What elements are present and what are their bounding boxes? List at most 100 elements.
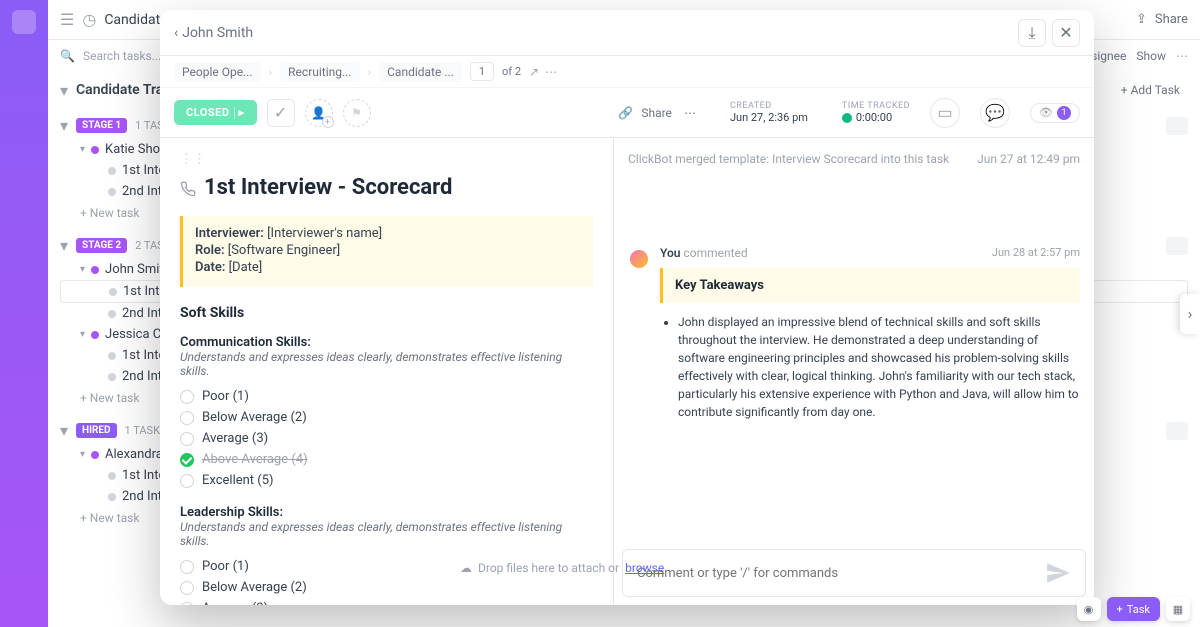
rating-label: Poor (1) xyxy=(202,559,249,574)
watchers[interactable]: 👁1 xyxy=(1030,103,1080,123)
subtask-dot-icon xyxy=(109,288,117,296)
minimize-button[interactable]: ⤓ xyxy=(1018,19,1046,47)
rating-item[interactable]: Excellent (5) xyxy=(180,470,593,491)
comment-ts: Jun 28 at 2:57 pm xyxy=(992,246,1080,260)
send-icon[interactable] xyxy=(1045,560,1071,586)
document-pane: ⋮⋮ 1st Interview - Scorecard Interviewer… xyxy=(160,138,614,605)
more-icon[interactable]: ⋯ xyxy=(1176,49,1188,63)
group-caret-icon[interactable]: ▾ xyxy=(60,421,68,440)
assignee-button[interactable]: 👤 + xyxy=(305,99,333,127)
time-value[interactable]: 0:00:00 xyxy=(842,111,910,124)
browse-link[interactable]: browse xyxy=(625,561,664,575)
chevron-right-icon: › xyxy=(368,65,372,79)
crumb-index: 1 xyxy=(470,62,494,81)
share-mid-label[interactable]: Share xyxy=(641,106,672,120)
system-message: ClickBot merged template: Interview Scor… xyxy=(628,152,1080,166)
watch-count: 1 xyxy=(1057,106,1071,120)
status-button[interactable]: CLOSED ▸ xyxy=(174,100,257,125)
phone-icon xyxy=(180,181,196,197)
clock-icon[interactable]: ◷ xyxy=(82,10,96,29)
skill-desc: Understands and expresses ideas clearly,… xyxy=(180,520,593,548)
key-title: Key Takeaways xyxy=(675,278,1068,293)
share-link-icon[interactable]: 🔗 xyxy=(618,106,633,120)
section-soft-skills: Soft Skills xyxy=(180,305,593,321)
bottom-right-actions: ◉ +Task ▦ xyxy=(1077,597,1190,621)
close-icon: ✕ xyxy=(1059,23,1072,42)
row-caret-icon[interactable]: ▾ xyxy=(80,264,85,275)
flag-icon: ⚑ xyxy=(351,106,362,120)
collapse-icon[interactable]: ▾ xyxy=(60,81,68,100)
play-icon xyxy=(842,113,852,123)
apps-button[interactable]: ▦ xyxy=(1166,597,1190,621)
doc-title: 1st Interview - Scorecard xyxy=(204,175,452,200)
chat-icon: 💬 xyxy=(985,103,1005,122)
task-count: 1 task xyxy=(125,424,160,437)
subtask-dot-icon xyxy=(108,167,116,175)
tag-button[interactable]: ▭ xyxy=(930,98,960,128)
commented-label: commented xyxy=(683,246,747,260)
takeaway-item: John displayed an impressive blend of te… xyxy=(678,313,1080,421)
breadcrumb: People Ope... › Recruiting... › Candidat… xyxy=(160,56,1094,88)
crumb-1[interactable]: People Ope... xyxy=(174,62,261,82)
complete-button[interactable]: ✓ xyxy=(267,99,295,127)
rating-item[interactable]: Above Average (4) xyxy=(180,449,593,470)
created-value: Jun 27, 2:36 pm xyxy=(730,111,808,124)
rating-item[interactable]: Below Average (2) xyxy=(180,407,593,428)
status-caret-icon: ▸ xyxy=(239,106,245,119)
row-caret-icon[interactable]: ▾ xyxy=(80,329,85,340)
chevron-left-icon: ‹ xyxy=(174,25,178,41)
next-panel-button[interactable]: › xyxy=(1180,294,1200,334)
avatar[interactable] xyxy=(628,248,650,270)
add-task-button[interactable]: + Add Task xyxy=(1113,79,1188,101)
row-caret-icon[interactable]: ▾ xyxy=(80,144,85,155)
record-icon: ◉ xyxy=(1084,603,1094,616)
created-meta: Created Jun 27, 2:36 pm xyxy=(730,101,808,124)
new-task-button[interactable]: +Task xyxy=(1107,597,1160,621)
chat-button[interactable]: 💬 xyxy=(980,98,1010,128)
stage-pill[interactable]: Stage 2 xyxy=(76,238,127,253)
show-filter[interactable]: Show xyxy=(1136,49,1166,63)
group-options[interactable] xyxy=(1166,237,1188,255)
menu-icon[interactable]: ☰ xyxy=(60,10,74,29)
rail-logo-icon[interactable] xyxy=(12,10,36,34)
rating-item[interactable]: Average (3) xyxy=(180,598,593,605)
date-label: Date: xyxy=(195,260,225,275)
close-button[interactable]: ✕ xyxy=(1052,19,1080,47)
drag-handle-icon[interactable]: ⋮⋮ xyxy=(180,152,593,167)
system-text: ClickBot merged template: Interview Scor… xyxy=(628,152,949,166)
stage-pill[interactable]: Stage 1 xyxy=(76,118,127,133)
group-options[interactable] xyxy=(1166,117,1188,135)
rating-item[interactable]: Below Average (2) xyxy=(180,577,593,598)
group-caret-icon[interactable]: ▾ xyxy=(60,236,68,255)
subtask-dot-icon xyxy=(108,373,116,381)
comment: You commented Jun 28 at 2:57 pm Key Take… xyxy=(628,246,1080,427)
row-caret-icon[interactable]: ▾ xyxy=(80,449,85,460)
back-button[interactable]: ‹ John Smith xyxy=(174,25,253,41)
stage-pill[interactable]: Hired xyxy=(76,423,117,438)
search-placeholder: Search tasks... xyxy=(83,49,161,63)
share-icon[interactable]: ⇪ xyxy=(1136,12,1147,27)
share-label[interactable]: Share xyxy=(1155,12,1188,27)
status-dot-icon xyxy=(91,266,99,274)
priority-button[interactable]: ⚑ xyxy=(343,99,371,127)
radio-icon xyxy=(180,453,194,467)
task-label: Task xyxy=(1127,603,1150,616)
rating-item[interactable]: Poor (1) xyxy=(180,386,593,407)
interviewer-label: Interviewer: xyxy=(195,226,264,241)
rating-item[interactable]: Average (3) xyxy=(180,428,593,449)
skill-block: Leadership Skills:Understands and expres… xyxy=(180,505,593,605)
more-crumb-icon[interactable]: ⋯ xyxy=(545,65,557,79)
crumb-3[interactable]: Candidate ... xyxy=(379,62,462,82)
record-button[interactable]: ◉ xyxy=(1077,597,1101,621)
prev-task-icon[interactable]: ↗ xyxy=(529,65,539,79)
toolbar-more-icon[interactable]: ⋯ xyxy=(684,106,696,120)
left-nav-rail xyxy=(0,0,48,627)
tag-icon: ▭ xyxy=(937,103,952,122)
comment-input-wrap[interactable] xyxy=(622,549,1086,597)
comment-input[interactable] xyxy=(637,566,1037,581)
group-caret-icon[interactable]: ▾ xyxy=(60,116,68,135)
crumb-2[interactable]: Recruiting... xyxy=(280,62,359,82)
status-dot-icon xyxy=(91,451,99,459)
task-modal: ‹ John Smith ⤓ ✕ People Ope... › Recruit… xyxy=(160,10,1094,605)
group-options[interactable] xyxy=(1166,422,1188,440)
